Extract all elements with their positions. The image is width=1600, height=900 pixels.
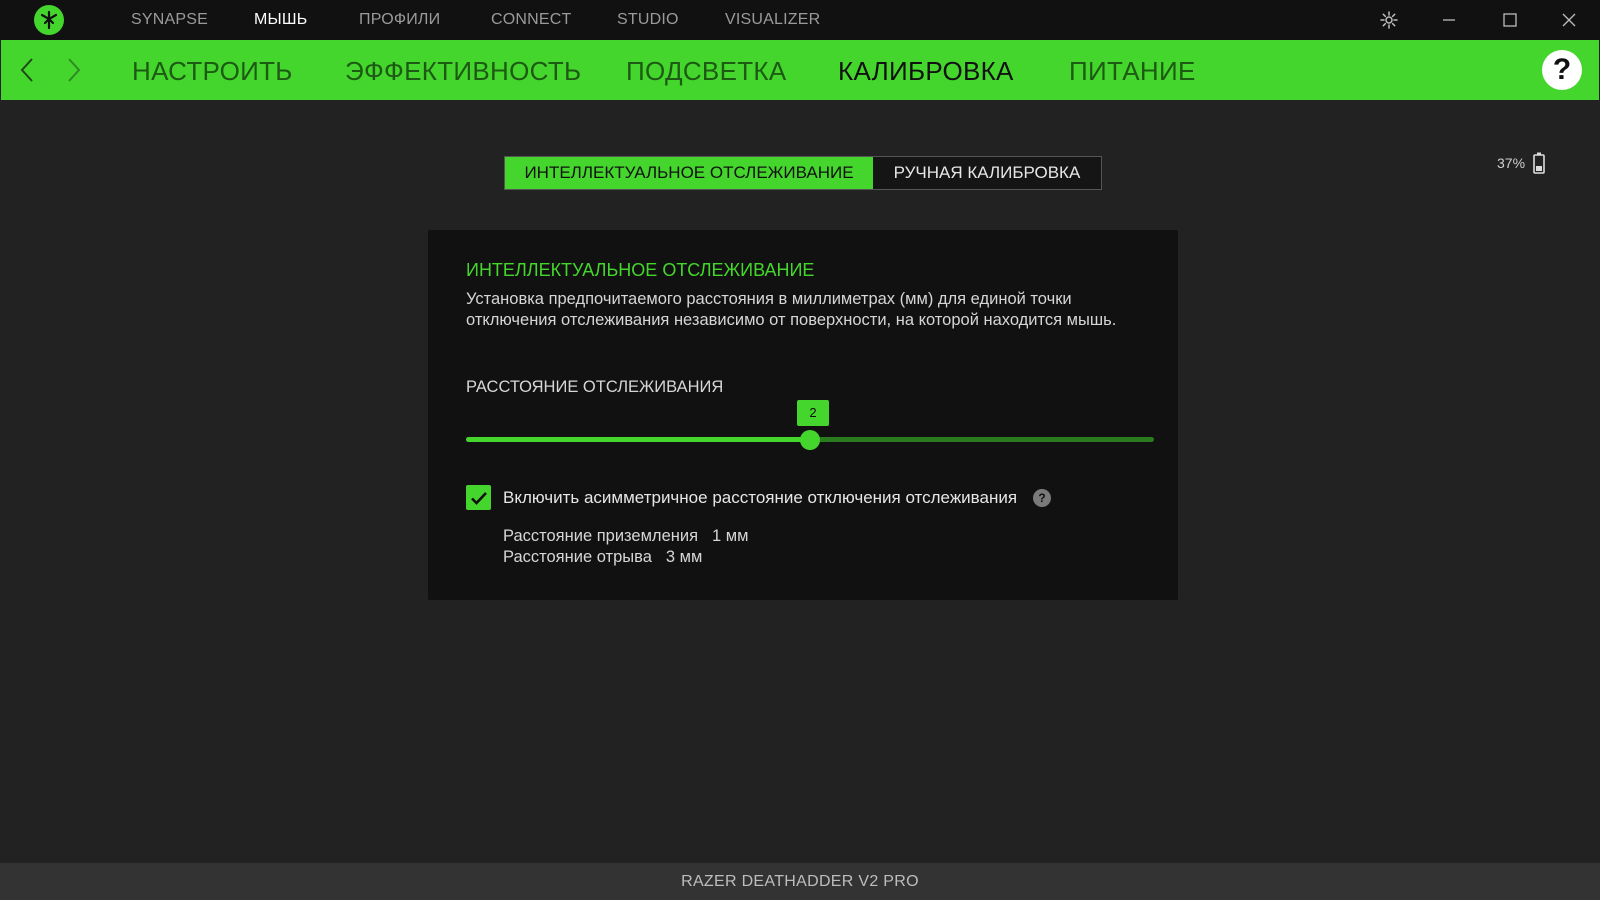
card-title: ИНТЕЛЛЕКТУАЛЬНОЕ ОТСЛЕЖИВАНИЕ: [466, 260, 815, 280]
smart-tracking-card: ИНТЕЛЛЕКТУАЛЬНОЕ ОТСЛЕЖИВАНИЕ Установка …: [428, 230, 1178, 600]
checkmark-icon: [470, 491, 487, 505]
distance-values: Расстояние приземления 1 мм Расстояние о…: [503, 526, 748, 568]
topnav-studio[interactable]: STUDIO: [617, 0, 679, 40]
close-icon[interactable]: [1546, 0, 1592, 40]
title-bar: SYNAPSE МЫШЬ ПРОФИЛИ CONNECT STUDIO VISU…: [0, 0, 1600, 40]
calibration-mode-toggle: ИНТЕЛЛЕКТУАЛЬНОЕ ОТСЛЕЖИВАНИЕ РУЧНАЯ КАЛ…: [504, 156, 1102, 190]
slider-thumb[interactable]: [800, 430, 820, 450]
asymmetric-checkbox[interactable]: [466, 485, 491, 510]
battery-icon: [1533, 152, 1545, 174]
liftoff-distance-label: Расстояние отрыва: [503, 548, 652, 566]
minimize-icon[interactable]: [1426, 0, 1472, 40]
maximize-icon[interactable]: [1487, 0, 1533, 40]
asymmetric-option: Включить асимметричное расстояние отключ…: [466, 485, 1052, 510]
battery-indicator: 37%: [1497, 152, 1545, 174]
liftoff-distance-value: 3 мм: [665, 548, 703, 566]
slider-fill: [466, 437, 810, 442]
topnav-synapse[interactable]: SYNAPSE: [131, 0, 208, 40]
back-arrow-icon[interactable]: [12, 54, 42, 86]
help-button[interactable]: ?: [1542, 50, 1582, 90]
asymmetric-checkbox-label[interactable]: Включить асимметричное расстояние отключ…: [503, 488, 1017, 508]
razer-synapse-window: SYNAPSE МЫШЬ ПРОФИЛИ CONNECT STUDIO VISU…: [0, 0, 1600, 900]
topnav-connect[interactable]: CONNECT: [491, 0, 572, 40]
device-footer: RAZER DEATHADDER V2 PRO: [0, 863, 1600, 900]
topnav-profiles[interactable]: ПРОФИЛИ: [359, 0, 440, 40]
gear-icon[interactable]: [1366, 0, 1412, 40]
tab-performance[interactable]: ЭФФЕКТИВНОСТЬ: [345, 40, 581, 100]
tracking-distance-slider[interactable]: 2: [466, 400, 1154, 455]
liftoff-distance-row: Расстояние отрыва 3 мм: [503, 547, 748, 568]
topnav-mouse[interactable]: МЫШЬ: [254, 0, 307, 40]
topnav-visualizer[interactable]: VISUALIZER: [725, 0, 820, 40]
landing-distance-label: Расстояние приземления: [503, 527, 699, 545]
tracking-distance-label: РАССТОЯНИЕ ОТСЛЕЖИВАНИЯ: [466, 378, 724, 396]
tab-calibration[interactable]: КАЛИБРОВКА: [838, 40, 1014, 100]
tab-lighting[interactable]: ПОДСВЕТКА: [626, 40, 786, 100]
landing-distance-row: Расстояние приземления 1 мм: [503, 526, 748, 547]
battery-percent: 37%: [1497, 155, 1526, 171]
razer-logo-icon[interactable]: [34, 5, 64, 35]
landing-distance-value: 1 мм: [712, 527, 749, 545]
manual-calibration-tab[interactable]: РУЧНАЯ КАЛИБРОВКА: [873, 157, 1101, 189]
forward-arrow-icon[interactable]: [59, 54, 89, 86]
card-description: Установка предпочитаемого расстояния в м…: [466, 290, 1117, 329]
info-icon[interactable]: ?: [1033, 488, 1052, 507]
sub-nav: НАСТРОИТЬ ЭФФЕКТИВНОСТЬ ПОДСВЕТКА КАЛИБР…: [1, 40, 1599, 100]
smart-tracking-tab[interactable]: ИНТЕЛЛЕКТУАЛЬНОЕ ОТСЛЕЖИВАНИЕ: [505, 157, 873, 189]
tab-customize[interactable]: НАСТРОИТЬ: [132, 40, 293, 100]
tab-power[interactable]: ПИТАНИЕ: [1069, 40, 1196, 100]
slider-value-bubble: 2: [797, 400, 829, 426]
